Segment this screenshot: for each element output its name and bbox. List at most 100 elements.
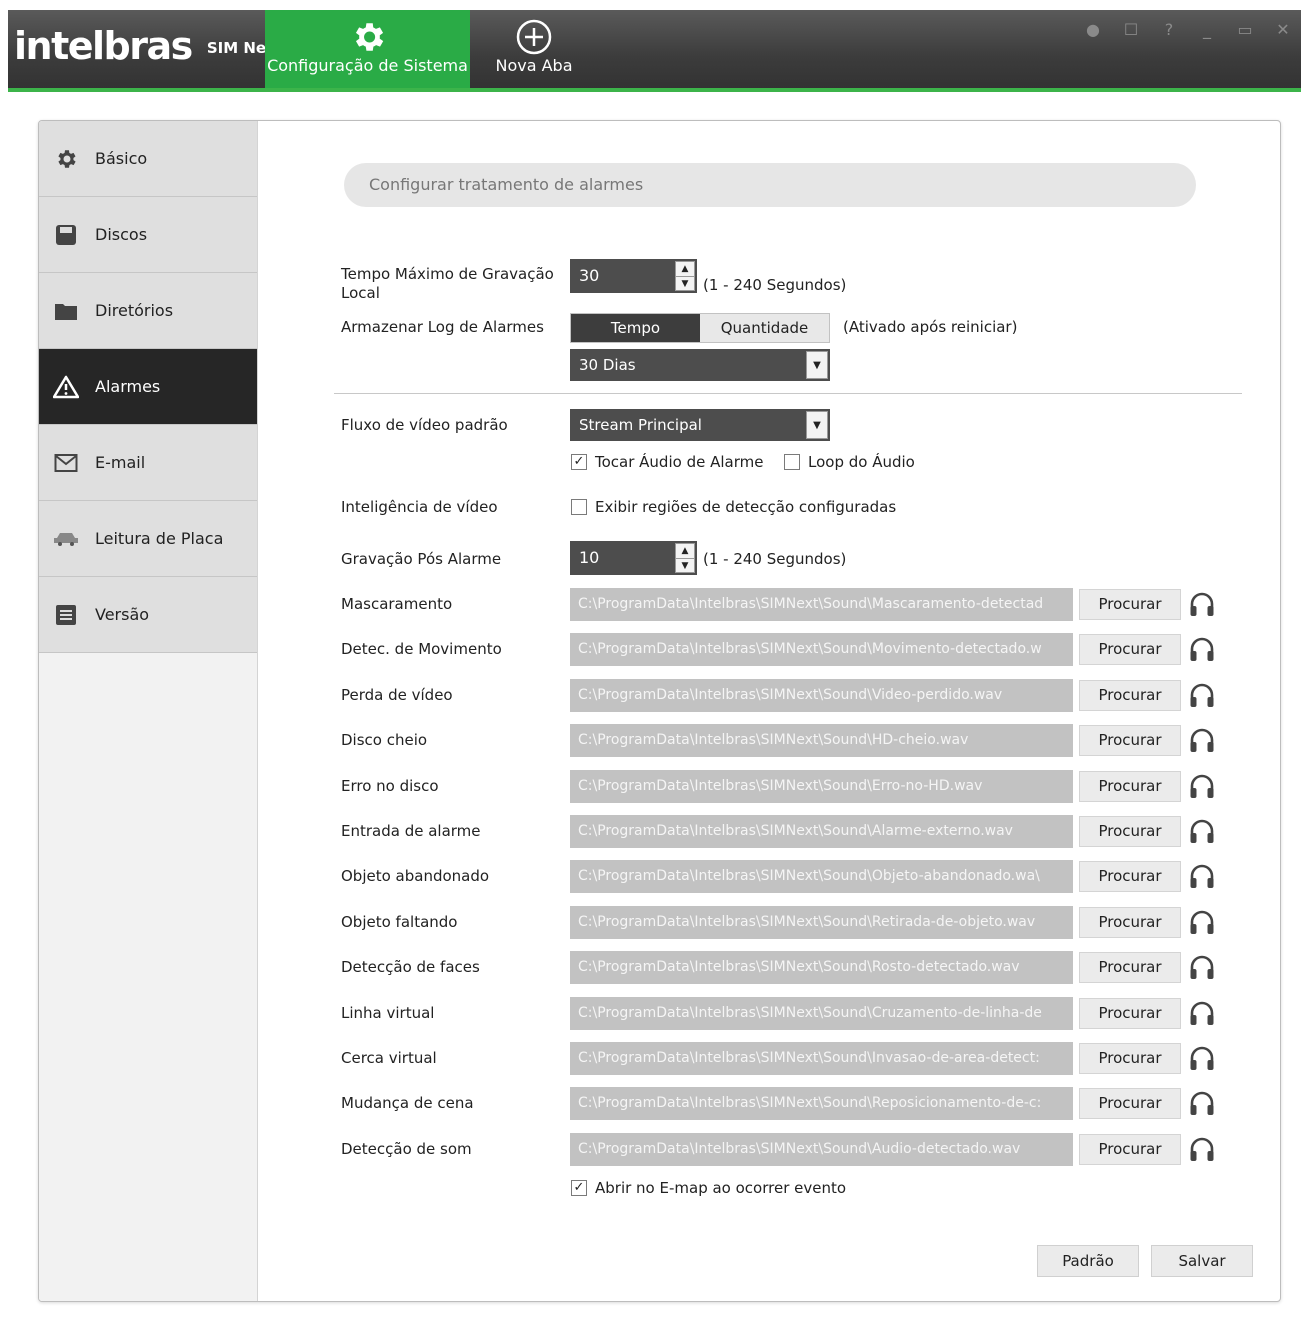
- minimize-icon[interactable]: _: [1195, 20, 1219, 39]
- save-button[interactable]: Salvar: [1151, 1245, 1253, 1277]
- help-icon[interactable]: ?: [1157, 20, 1181, 39]
- browse-button[interactable]: Procurar: [1079, 907, 1181, 938]
- browse-button[interactable]: Procurar: [1079, 952, 1181, 983]
- sidebar: Básico Discos Diretórios Alarmes E-mail: [39, 121, 258, 1301]
- log-mode-quantidade[interactable]: Quantidade: [700, 314, 829, 342]
- sound-path-field[interactable]: C:\ProgramData\Intelbras\SIMNext\Sound\A…: [570, 815, 1073, 848]
- headphones-icon[interactable]: [1187, 634, 1217, 664]
- sound-row-label: Erro no disco: [341, 777, 439, 795]
- sound-path-field[interactable]: C:\ProgramData\Intelbras\SIMNext\Sound\V…: [570, 679, 1073, 712]
- sound-path-field[interactable]: C:\ProgramData\Intelbras\SIMNext\Sound\H…: [570, 724, 1073, 757]
- browse-button[interactable]: Procurar: [1079, 1088, 1181, 1119]
- sidebar-item-label: Diretórios: [95, 301, 174, 320]
- post-alarm-spinbox[interactable]: 10 ▲ ▼: [570, 541, 697, 575]
- show-detection-regions-checkbox[interactable]: Exibir regiões de detecção configuradas: [571, 498, 896, 516]
- sound-path-field[interactable]: C:\ProgramData\Intelbras\SIMNext\Sound\C…: [570, 997, 1073, 1030]
- open-emap-checkbox[interactable]: ✓ Abrir no E-map ao ocorrer evento: [571, 1179, 846, 1197]
- sound-path-field[interactable]: C:\ProgramData\Intelbras\SIMNext\Sound\E…: [570, 770, 1073, 803]
- checkbox-checked: ✓: [571, 454, 587, 470]
- sound-path-field[interactable]: C:\ProgramData\Intelbras\SIMNext\Sound\R…: [570, 1087, 1073, 1120]
- loop-audio-label: Loop do Áudio: [808, 453, 915, 471]
- browse-button[interactable]: Procurar: [1079, 861, 1181, 892]
- sound-row-label: Detec. de Movimento: [341, 640, 502, 658]
- section-header: Configurar tratamento de alarmes: [344, 163, 1196, 207]
- chevron-down-icon: ▼: [806, 351, 828, 379]
- browse-button[interactable]: Procurar: [1079, 589, 1181, 620]
- max-record-label: Tempo Máximo de Gravação Local: [341, 265, 554, 302]
- browse-button[interactable]: Procurar: [1079, 816, 1181, 847]
- default-button[interactable]: Padrão: [1037, 1245, 1139, 1277]
- browse-button[interactable]: Procurar: [1079, 634, 1181, 665]
- spin-down-icon[interactable]: ▼: [676, 276, 694, 291]
- warning-icon: [53, 374, 79, 400]
- sound-path-field[interactable]: C:\ProgramData\Intelbras\SIMNext\Sound\O…: [570, 860, 1073, 893]
- log-mode-tempo[interactable]: Tempo: [571, 314, 700, 342]
- sound-path-field[interactable]: C:\ProgramData\Intelbras\SIMNext\Sound\R…: [570, 951, 1073, 984]
- tab-new[interactable]: Nova Aba: [486, 10, 582, 88]
- browse-button[interactable]: Procurar: [1079, 1134, 1181, 1165]
- stream-label: Fluxo de vídeo padrão: [341, 416, 508, 434]
- app-logo: intelbras SIM Next: [14, 24, 283, 68]
- sound-row-label: Mascaramento: [341, 595, 453, 613]
- headphones-icon[interactable]: [1187, 1043, 1217, 1073]
- checkbox-unchecked: [571, 499, 587, 515]
- max-record-hint: (1 - 240 Segundos): [703, 276, 847, 294]
- sound-path-field[interactable]: C:\ProgramData\Intelbras\SIMNext\Sound\M…: [570, 588, 1073, 621]
- sound-path-field[interactable]: C:\ProgramData\Intelbras\SIMNext\Sound\R…: [570, 906, 1073, 939]
- headphones-icon[interactable]: [1187, 725, 1217, 755]
- spin-down-icon[interactable]: ▼: [676, 558, 694, 573]
- sound-path-field[interactable]: C:\ProgramData\Intelbras\SIMNext\Sound\I…: [570, 1042, 1073, 1075]
- tab-label: Nova Aba: [495, 56, 573, 75]
- headphones-icon[interactable]: [1187, 1088, 1217, 1118]
- close-icon[interactable]: ✕: [1271, 20, 1295, 39]
- sidebar-item-leitura-de-placa[interactable]: Leitura de Placa: [39, 501, 257, 577]
- headphones-icon[interactable]: [1187, 680, 1217, 710]
- headphones-icon[interactable]: [1187, 1134, 1217, 1164]
- maximize-icon[interactable]: ▭: [1233, 20, 1257, 39]
- video-intel-label: Inteligência de vídeo: [341, 498, 498, 516]
- headphones-icon[interactable]: [1187, 998, 1217, 1028]
- loop-audio-checkbox[interactable]: Loop do Áudio: [784, 453, 915, 471]
- post-alarm-label: Gravação Pós Alarme: [341, 550, 502, 568]
- sidebar-item-alarmes[interactable]: Alarmes: [39, 349, 257, 425]
- browse-button[interactable]: Procurar: [1079, 771, 1181, 802]
- stream-select[interactable]: Stream Principal ▼: [570, 409, 830, 441]
- tab-system-config[interactable]: Configuração de Sistema: [265, 10, 470, 88]
- browse-button[interactable]: Procurar: [1079, 1043, 1181, 1074]
- sound-row-label: Perda de vídeo: [341, 686, 453, 704]
- headphones-icon[interactable]: [1187, 861, 1217, 891]
- log-duration-select[interactable]: 30 Dias ▼: [570, 349, 830, 381]
- headphones-icon[interactable]: [1187, 907, 1217, 937]
- headphones-icon[interactable]: [1187, 771, 1217, 801]
- show-detection-regions-label: Exibir regiões de detecção configuradas: [595, 498, 897, 516]
- lock-icon[interactable]: ☐: [1119, 20, 1143, 39]
- user-icon[interactable]: ●: [1081, 20, 1105, 39]
- headphones-icon[interactable]: [1187, 952, 1217, 982]
- folder-icon: [53, 298, 79, 324]
- open-emap-label: Abrir no E-map ao ocorrer evento: [595, 1179, 847, 1197]
- play-alarm-audio-checkbox[interactable]: ✓ Tocar Áudio de Alarme: [571, 453, 763, 471]
- browse-button[interactable]: Procurar: [1079, 998, 1181, 1029]
- headphones-icon[interactable]: [1187, 589, 1217, 619]
- sidebar-item-diretorios[interactable]: Diretórios: [39, 273, 257, 349]
- sidebar-item-basico[interactable]: Básico: [39, 121, 257, 197]
- sidebar-item-email[interactable]: E-mail: [39, 425, 257, 501]
- sidebar-item-versao[interactable]: Versão: [39, 577, 257, 653]
- play-alarm-audio-label: Tocar Áudio de Alarme: [595, 453, 764, 471]
- spin-up-icon[interactable]: ▲: [676, 544, 694, 558]
- max-record-spinbox[interactable]: 30 ▲ ▼: [570, 259, 697, 293]
- window-controls: ● ☐ ? _ ▭ ✕: [1081, 20, 1295, 39]
- spin-up-icon[interactable]: ▲: [676, 262, 694, 276]
- sound-row-label: Disco cheio: [341, 731, 428, 749]
- list-icon: [53, 602, 79, 628]
- sound-path-field[interactable]: C:\ProgramData\Intelbras\SIMNext\Sound\A…: [570, 1133, 1073, 1166]
- sound-path-field[interactable]: C:\ProgramData\Intelbras\SIMNext\Sound\M…: [570, 633, 1073, 666]
- headphones-icon[interactable]: [1187, 816, 1217, 846]
- sound-row-label: Linha virtual: [341, 1004, 435, 1022]
- sidebar-item-label: Discos: [95, 225, 148, 244]
- sidebar-item-discos[interactable]: Discos: [39, 197, 257, 273]
- sidebar-item-label: Leitura de Placa: [95, 529, 224, 548]
- browse-button[interactable]: Procurar: [1079, 725, 1181, 756]
- checkbox-checked: ✓: [571, 1180, 587, 1196]
- browse-button[interactable]: Procurar: [1079, 680, 1181, 711]
